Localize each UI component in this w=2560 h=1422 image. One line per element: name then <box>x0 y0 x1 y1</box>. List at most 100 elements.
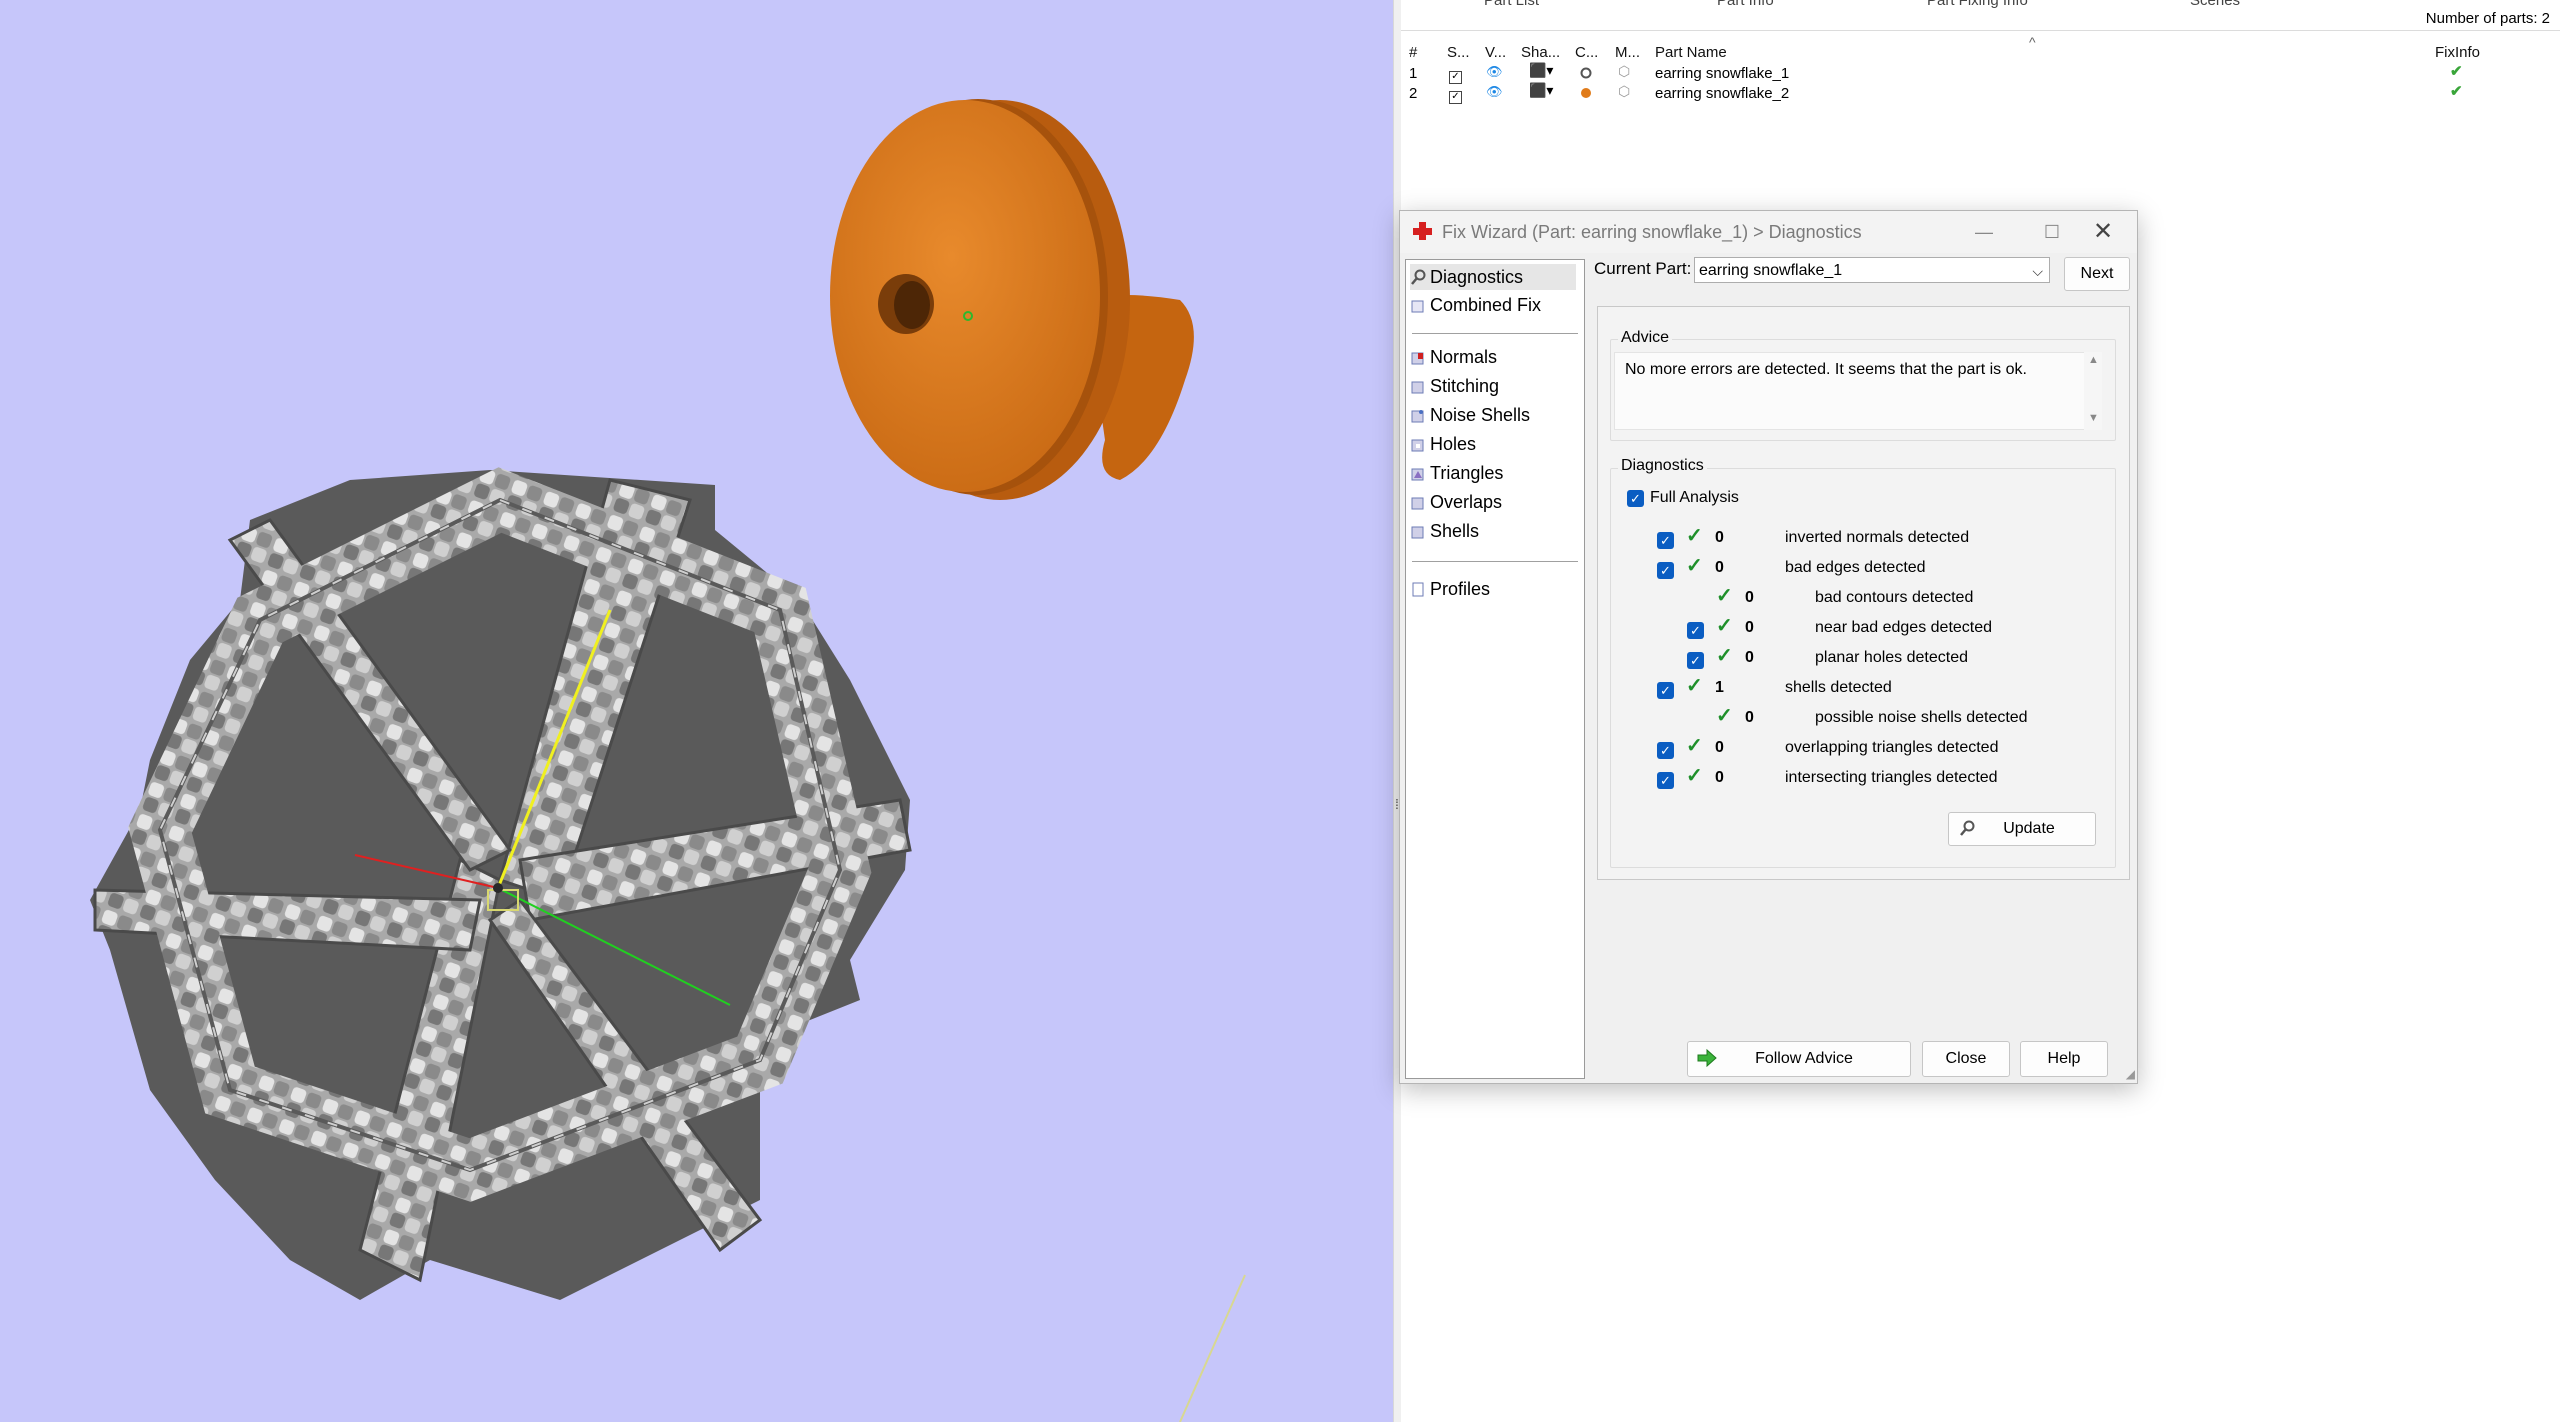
full-analysis-label: Full Analysis <box>1650 489 1739 506</box>
selected-checkbox[interactable]: ✓ <box>1449 66 1462 84</box>
follow-advice-button[interactable]: Follow Advice <box>1687 1041 1911 1077</box>
nav-item-diagnostics[interactable]: Diagnostics <box>1410 264 1576 290</box>
wizard-nav: Diagnostics Combined Fix Normals Stitchi… <box>1405 259 1585 1079</box>
update-button[interactable]: Update <box>1948 812 2096 846</box>
diag-label: intersecting triangles detected <box>1785 769 1998 786</box>
scroll-down-icon[interactable]: ▼ <box>2088 412 2099 424</box>
nav-item-noise-shells[interactable]: Noise Shells <box>1410 402 1576 428</box>
green-check-icon: ✓ <box>1686 765 1703 787</box>
nav-item-overlaps[interactable]: Overlaps <box>1410 489 1576 515</box>
shade-cube-icon[interactable]: ⬛▾ <box>1529 62 1553 79</box>
orange-earring-part[interactable] <box>830 99 1194 500</box>
nav-item-combined-fix[interactable]: Combined Fix <box>1410 292 1576 318</box>
color-swatch[interactable] <box>1580 66 1592 83</box>
full-analysis-checkbox[interactable]: ✓ <box>1627 490 1644 507</box>
overlapping-triangles-checkbox[interactable]: ✓ <box>1657 742 1674 759</box>
help-button[interactable]: Help <box>2020 1041 2108 1077</box>
green-check-icon: ✓ <box>1716 645 1733 667</box>
current-part-label: Current Part: <box>1594 259 1692 278</box>
scene-canvas[interactable] <box>0 0 1393 1422</box>
col-part-name[interactable]: Part Name <box>1655 44 1727 61</box>
holes-icon <box>1410 433 1426 452</box>
material-icon[interactable]: ⬡ <box>1618 83 1630 100</box>
diag-label: bad edges detected <box>1785 559 1926 576</box>
bad-edges-checkbox[interactable]: ✓ <box>1657 562 1674 579</box>
minimize-icon[interactable]: — <box>1961 217 2007 247</box>
close-button[interactable]: Close <box>1922 1041 2010 1077</box>
dialog-title: Fix Wizard (Part: earring snowflake_1) >… <box>1442 222 1862 242</box>
nav-item-holes[interactable]: Holes <box>1410 431 1576 457</box>
part-name[interactable]: earring snowflake_2 <box>1655 85 1789 102</box>
diag-value: 0 <box>1715 559 1724 576</box>
advice-text: No more errors are detected. It seems th… <box>1614 352 2086 430</box>
diag-value: 0 <box>1745 589 1754 606</box>
diag-label: inverted normals detected <box>1785 529 1970 546</box>
nav-item-profiles[interactable]: Profiles <box>1410 576 1576 602</box>
3d-viewport[interactable] <box>0 0 1393 1422</box>
nav-item-normals[interactable]: Normals <box>1410 344 1576 370</box>
visibility-eye-icon[interactable]: 👁 <box>1486 64 1503 80</box>
diag-value: 0 <box>1715 769 1724 786</box>
inverted-normals-checkbox[interactable]: ✓ <box>1657 532 1674 549</box>
selected-checkbox[interactable]: ✓ <box>1449 86 1462 104</box>
visibility-eye-icon[interactable]: 👁 <box>1486 84 1503 100</box>
sort-caret-icon: ^ <box>2029 34 2036 50</box>
col-fixinfo[interactable]: FixInfo <box>2435 44 2480 61</box>
tab-part-list[interactable]: Part List <box>1484 0 1539 9</box>
col-visible[interactable]: V... <box>1485 44 1506 61</box>
col-color[interactable]: C... <box>1575 44 1598 61</box>
noise-shells-icon <box>1410 404 1426 423</box>
maximize-icon[interactable]: ☐ <box>2029 217 2075 247</box>
shells-icon <box>1410 520 1426 539</box>
next-button[interactable]: Next <box>2064 257 2130 291</box>
shade-cube-icon[interactable]: ⬛▾ <box>1529 82 1553 99</box>
tab-part-info[interactable]: Part Info <box>1717 0 1774 9</box>
diag-value: 0 <box>1715 529 1724 546</box>
nav-item-shells[interactable]: Shells <box>1410 518 1576 544</box>
nav-item-stitching[interactable]: Stitching <box>1410 373 1576 399</box>
row-number: 2 <box>1409 85 1418 102</box>
magnifier-icon <box>1410 266 1426 285</box>
green-check-icon: ✓ <box>1686 555 1703 577</box>
scroll-up-icon[interactable]: ▲ <box>2088 354 2099 366</box>
green-check-icon: ✓ <box>1686 525 1703 547</box>
nav-item-triangles[interactable]: Triangles <box>1410 460 1576 486</box>
fixinfo-check-icon: ✔ <box>2450 63 2463 80</box>
close-icon[interactable]: ✕ <box>2080 217 2126 247</box>
col-selected[interactable]: S... <box>1447 44 1470 61</box>
intersecting-triangles-checkbox[interactable]: ✓ <box>1657 772 1674 789</box>
chevron-down-icon: ⌵ <box>2032 263 2043 279</box>
panel-tabs: Part List Part Info Part Fixing Info Sce… <box>1401 0 2560 31</box>
shells-checkbox[interactable]: ✓ <box>1657 682 1674 699</box>
diag-value: 0 <box>1745 649 1754 666</box>
col-material[interactable]: M... <box>1615 44 1640 61</box>
tab-scenes[interactable]: Scenes <box>2190 0 2240 9</box>
green-check-icon: ✓ <box>1716 585 1733 607</box>
cube-icon <box>1410 294 1426 313</box>
diag-label: planar holes detected <box>1815 649 1968 666</box>
col-number[interactable]: # <box>1409 44 1417 61</box>
green-arrow-icon <box>1696 1044 1718 1078</box>
near-bad-edges-checkbox[interactable]: ✓ <box>1687 622 1704 639</box>
nav-divider <box>1412 333 1578 334</box>
advice-scrollbar[interactable]: ▲ ▼ <box>2084 352 2102 430</box>
color-swatch[interactable] <box>1580 86 1592 103</box>
current-part-select[interactable]: earring snowflake_1 ⌵ <box>1694 257 2050 283</box>
profiles-icon <box>1410 578 1426 597</box>
material-icon[interactable]: ⬡ <box>1618 63 1630 80</box>
tab-part-fixing-info[interactable]: Part Fixing Info <box>1927 0 2028 9</box>
col-shade[interactable]: Sha... <box>1521 44 1560 61</box>
dialog-titlebar[interactable]: Fix Wizard (Part: earring snowflake_1) >… <box>1400 211 2137 253</box>
resize-grip-icon[interactable]: ◢ <box>2126 1067 2135 1081</box>
green-check-icon: ✓ <box>1716 705 1733 727</box>
part-name[interactable]: earring snowflake_1 <box>1655 65 1789 82</box>
diag-value: 0 <box>1715 739 1724 756</box>
green-check-icon: ✓ <box>1686 675 1703 697</box>
advice-title: Advice <box>1618 329 1673 347</box>
diag-label: shells detected <box>1785 679 1892 696</box>
diag-value: 0 <box>1745 709 1754 726</box>
diag-label: overlapping triangles detected <box>1785 739 1999 756</box>
planar-holes-checkbox[interactable]: ✓ <box>1687 652 1704 669</box>
diag-label: possible noise shells detected <box>1815 709 2028 726</box>
parts-count: Number of parts: 2 <box>2425 10 2550 27</box>
